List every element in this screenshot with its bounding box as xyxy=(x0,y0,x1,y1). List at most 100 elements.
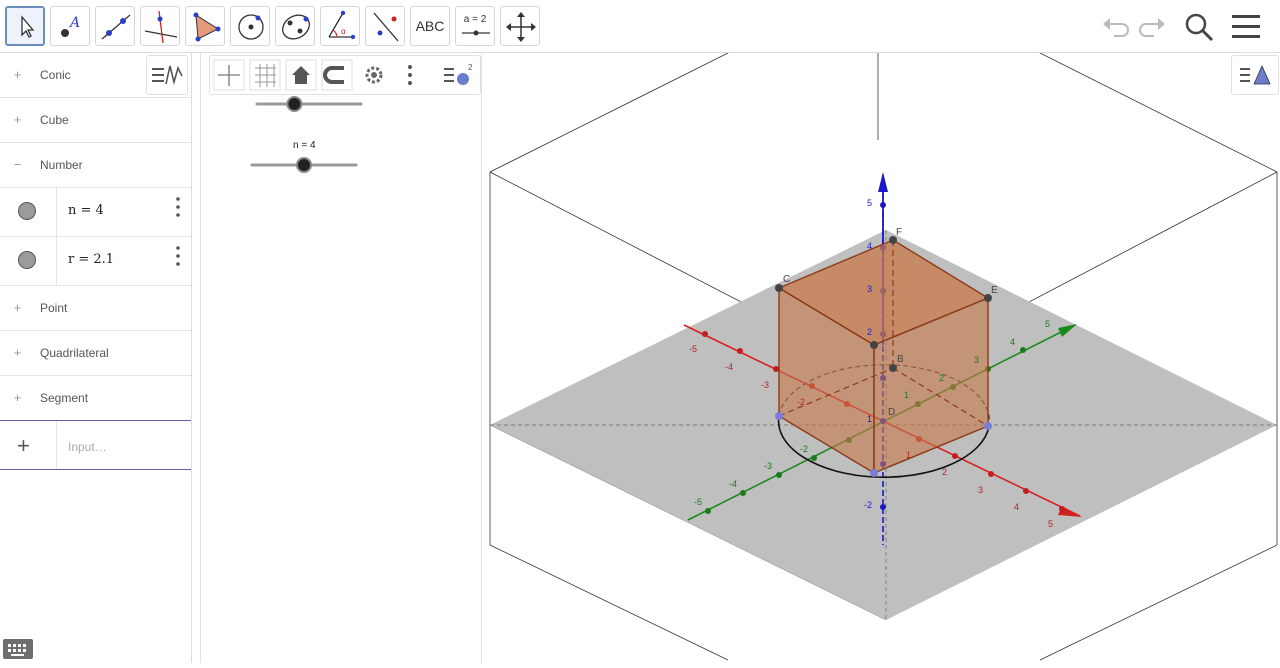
group-number[interactable]: − Number xyxy=(0,143,191,188)
point-label-c: C xyxy=(783,274,790,285)
svg-text:-2: -2 xyxy=(797,397,805,407)
group-label: Point xyxy=(40,301,68,315)
svg-text:1: 1 xyxy=(906,450,911,460)
collapse-icon[interactable]: − xyxy=(12,158,23,171)
line-icon xyxy=(101,14,131,40)
graphics-3d-style-bar-button[interactable] xyxy=(1231,55,1279,95)
keyboard-toggle-button[interactable] xyxy=(3,639,33,659)
move-tool-button[interactable] xyxy=(5,6,45,46)
point-tool-button[interactable]: A xyxy=(50,6,90,46)
expand-icon[interactable]: + xyxy=(12,301,23,314)
z-axis-arrow-icon xyxy=(878,172,888,192)
point-label-d: D xyxy=(888,407,895,418)
svg-text:-5: -5 xyxy=(689,344,697,354)
expand-icon[interactable]: + xyxy=(12,346,23,359)
svg-text:2: 2 xyxy=(939,373,944,383)
algebra-item-r[interactable]: r = 2.1 xyxy=(0,237,191,286)
algebra-view: + Conic + Cube − Number n = 4 r = 2.1 + xyxy=(0,53,192,663)
undo-button[interactable] xyxy=(1098,10,1132,44)
undo-icon xyxy=(1103,18,1129,37)
algebra-style-icon xyxy=(152,65,183,86)
point-label-b: B xyxy=(897,354,904,365)
divider xyxy=(56,421,57,469)
svg-text:1: 1 xyxy=(904,390,909,400)
visibility-toggle[interactable] xyxy=(18,251,36,269)
text-tool-button[interactable]: ABC xyxy=(410,6,450,46)
slider-label-n: n = 4 xyxy=(293,140,316,151)
move-graphics-view-tool-button[interactable] xyxy=(500,6,540,46)
algebra-item-value: r = 2.1 xyxy=(68,252,115,267)
reflect-icon xyxy=(373,12,399,42)
ellipse-tool-button[interactable] xyxy=(275,6,315,46)
svg-text:3: 3 xyxy=(974,355,979,365)
svg-text:5: 5 xyxy=(1048,519,1053,529)
point-icon: A xyxy=(61,15,80,37)
perpendicular-line-icon xyxy=(144,10,178,44)
group-label: Quadrilateral xyxy=(40,346,109,360)
point-label-f: F xyxy=(896,227,902,238)
redo-button[interactable] xyxy=(1136,10,1170,44)
svg-text:3: 3 xyxy=(978,485,983,495)
perpendicular-line-tool-button[interactable] xyxy=(140,6,180,46)
svg-text:A: A xyxy=(68,15,80,31)
point-label-e: E xyxy=(991,285,998,296)
graphics-3d-view[interactable]: C E F B D 5 4 3 2 1 -2 -5 -4 -3 -2 1 2 3… xyxy=(489,52,1280,663)
svg-text:-5: -5 xyxy=(694,497,702,507)
divider xyxy=(56,237,57,285)
divider xyxy=(56,188,57,236)
svg-text:2: 2 xyxy=(867,327,872,337)
group-label: Number xyxy=(40,158,83,172)
line-tool-button[interactable] xyxy=(95,6,135,46)
angle-tool-button[interactable]: α xyxy=(320,6,360,46)
text-tool-label: ABC xyxy=(415,18,445,34)
group-point[interactable]: + Point xyxy=(0,286,191,331)
main-menu-button[interactable] xyxy=(1229,10,1263,44)
expand-icon[interactable]: + xyxy=(12,391,23,404)
redo-icon xyxy=(1139,18,1165,37)
polygon-tool-button[interactable] xyxy=(185,6,225,46)
group-segment[interactable]: + Segment xyxy=(0,376,191,421)
hamburger-menu-icon xyxy=(1232,15,1260,38)
svg-text:-4: -4 xyxy=(725,362,733,372)
algebra-item-n[interactable]: n = 4 xyxy=(0,188,191,237)
algebra-style-bar-button[interactable] xyxy=(146,55,188,95)
visibility-toggle[interactable] xyxy=(18,202,36,220)
svg-text:2: 2 xyxy=(942,467,947,477)
group-label: Conic xyxy=(40,68,71,82)
search-button[interactable] xyxy=(1182,10,1216,44)
graphics-3d-canvas[interactable]: C E F B D 5 4 3 2 1 -2 -5 -4 -3 -2 1 2 3… xyxy=(489,52,1280,663)
more-options-icon[interactable] xyxy=(175,245,181,267)
expand-icon[interactable]: + xyxy=(12,113,23,126)
svg-text:3: 3 xyxy=(867,284,872,294)
expand-icon[interactable]: + xyxy=(12,68,23,81)
svg-text:4: 4 xyxy=(1010,337,1015,347)
svg-text:4: 4 xyxy=(1014,502,1019,512)
angle-icon: α xyxy=(328,10,356,40)
circle-tool-button[interactable] xyxy=(230,6,270,46)
svg-text:5: 5 xyxy=(867,198,872,208)
slider-area xyxy=(250,96,363,173)
ellipse-icon xyxy=(282,14,310,40)
slider-tool-button[interactable]: a = 2 xyxy=(455,6,495,46)
more-options-icon[interactable] xyxy=(175,196,181,218)
algebra-input-row[interactable]: + Input… xyxy=(0,420,191,470)
svg-text:-4: -4 xyxy=(729,479,737,489)
circle-icon xyxy=(238,14,264,40)
svg-text:5: 5 xyxy=(1045,319,1050,329)
graphics-2d-view[interactable]: 2 n = 4 xyxy=(200,53,482,663)
group-label: Segment xyxy=(40,391,89,405)
main-toolbar: A α ABC a = 2 xyxy=(0,0,1280,53)
svg-text:α: α xyxy=(341,27,346,36)
reflect-tool-button[interactable] xyxy=(365,6,405,46)
svg-text:1: 1 xyxy=(867,414,872,424)
group-cube[interactable]: + Cube xyxy=(0,98,191,143)
svg-text:4: 4 xyxy=(867,241,872,251)
keyboard-icon xyxy=(8,644,26,656)
algebra-input[interactable]: Input… xyxy=(68,440,107,454)
group-quadrilateral[interactable]: + Quadrilateral xyxy=(0,331,191,376)
add-icon[interactable]: + xyxy=(17,433,30,459)
slider-knob-r[interactable] xyxy=(286,96,303,112)
algebra-item-value: n = 4 xyxy=(68,203,104,218)
slider-knob-n[interactable] xyxy=(296,157,312,173)
svg-text:-2: -2 xyxy=(800,444,808,454)
